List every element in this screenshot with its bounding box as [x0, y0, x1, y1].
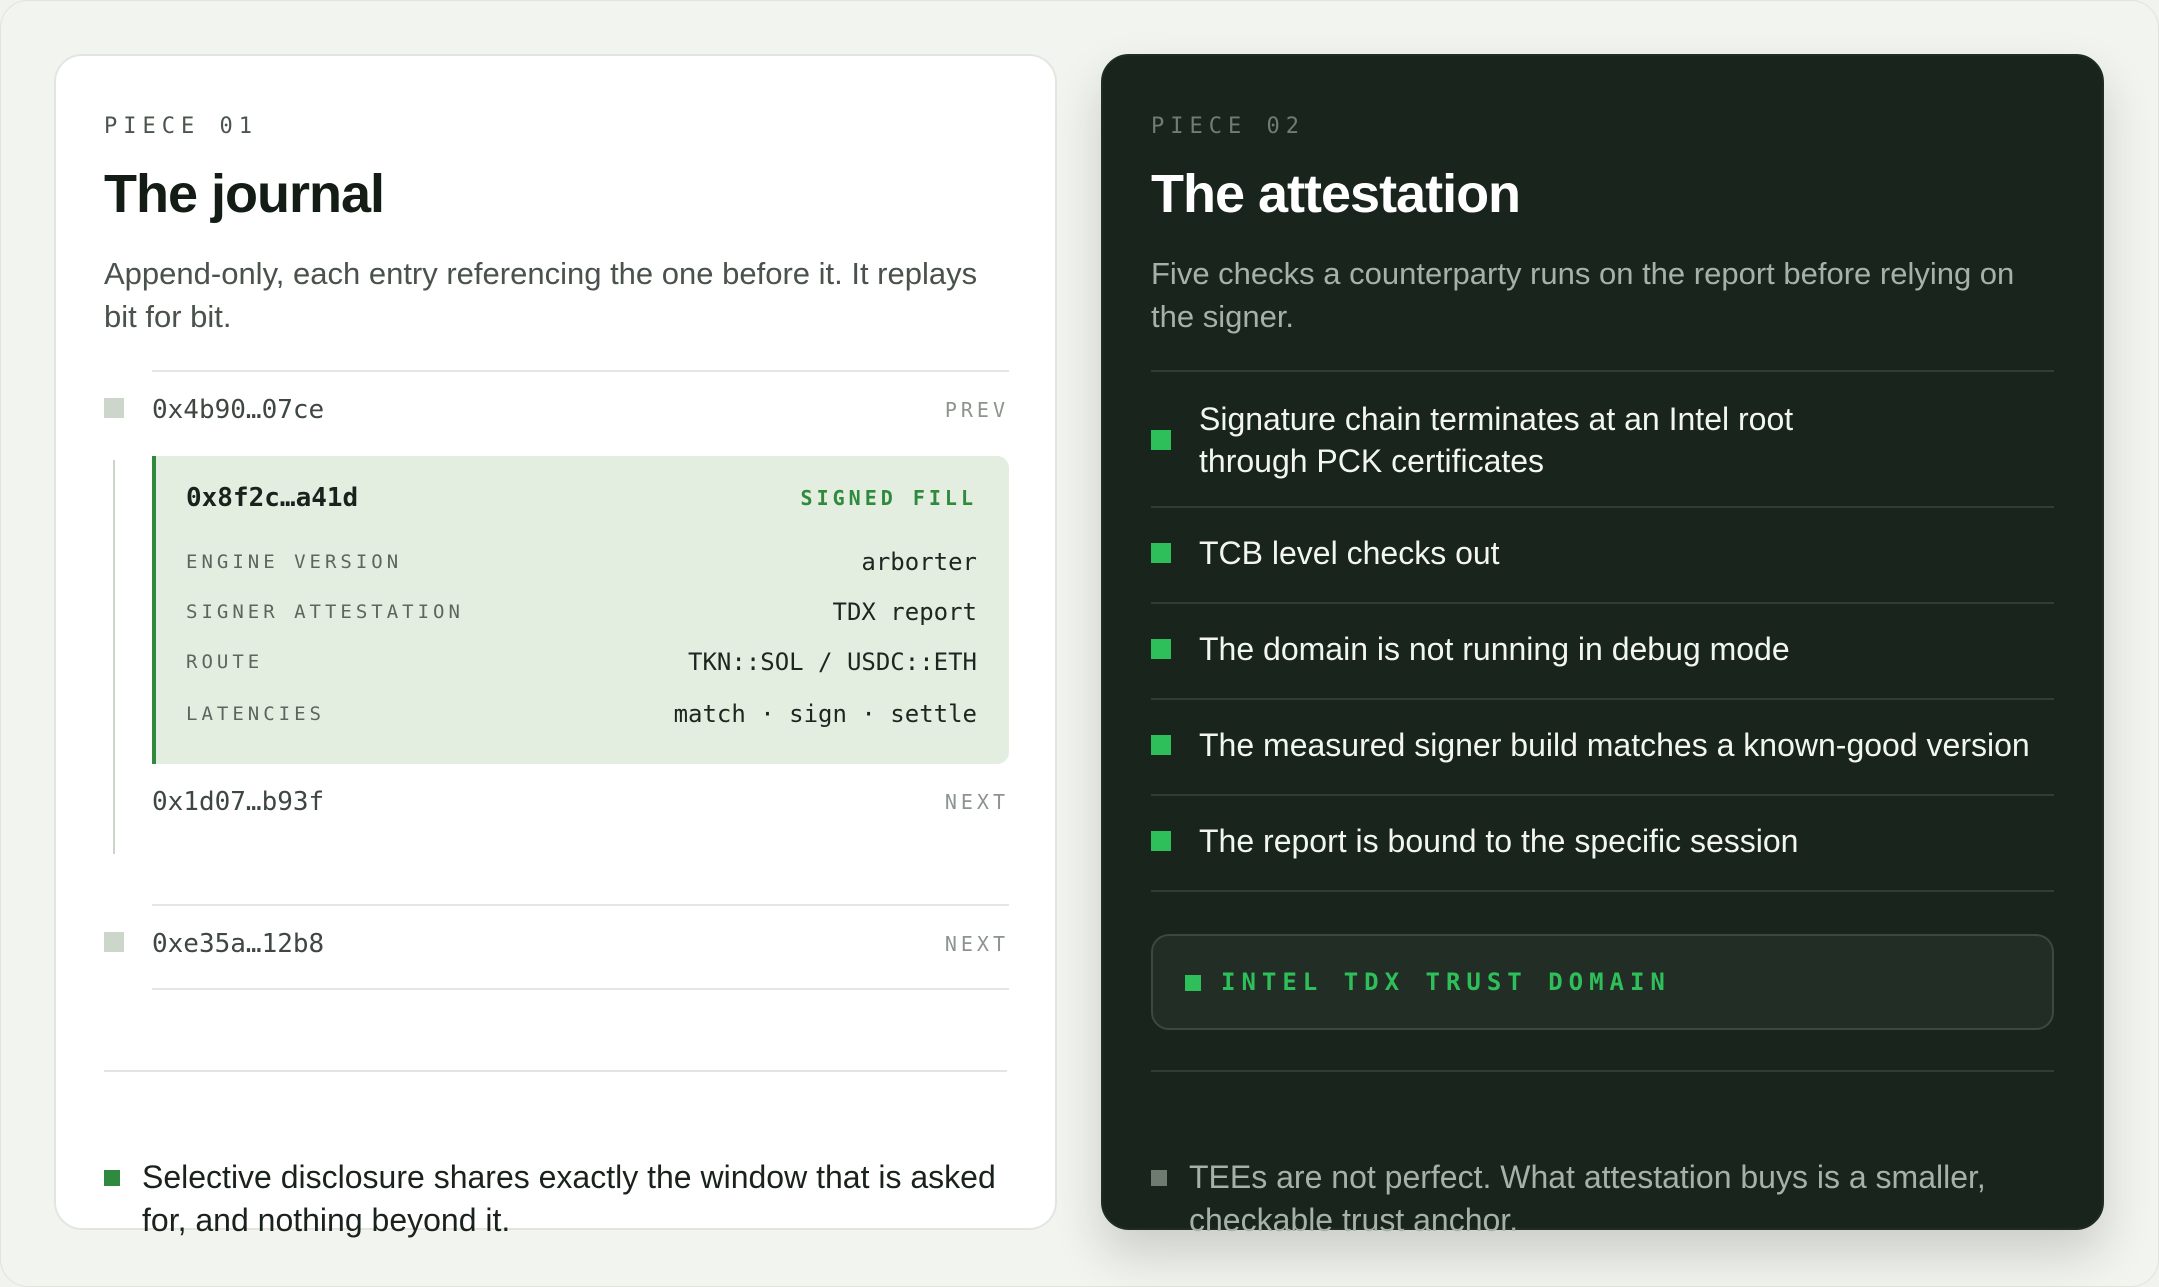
trust-domain-badge: INTEL TDX TRUST DOMAIN [1151, 934, 2054, 1030]
check-icon [1151, 543, 1171, 563]
divider [1151, 698, 2054, 700]
journal-entry-prev[interactable]: 0x4b90…07ce PREV [104, 390, 1009, 430]
check-icon [1151, 735, 1171, 755]
check-item: TCB level checks out [1151, 532, 2054, 574]
journal-entry-next[interactable]: 0xe35a…12b8 NEXT [104, 924, 1009, 964]
check-text: The report is bound to the specific sess… [1199, 823, 1799, 859]
fill-row-latencies: LATENCIES match · sign · settle [186, 694, 977, 734]
check-icon [1151, 831, 1171, 851]
bullet-icon [104, 1170, 120, 1186]
piece-label: PIECE 01 [104, 114, 258, 139]
journal-entry-next[interactable]: 0x1d07…b93f NEXT [104, 782, 1009, 822]
journal-card: PIECE 01 The journal Append-only, each e… [54, 54, 1057, 1238]
check-item: The report is bound to the specific sess… [1151, 820, 2054, 862]
entry-marker-icon [104, 932, 124, 952]
check-text: TCB level checks out [1199, 535, 1500, 571]
footer-divider [104, 1070, 1007, 1072]
divider [1151, 506, 2054, 508]
fill-row-key: ROUTE [186, 651, 264, 673]
attestation-card: PIECE 02 The attestation Five checks a c… [1101, 54, 2104, 1238]
footnote-text: TEEs are not perfect. What attestation b… [1189, 1159, 1986, 1238]
footnote-text: Selective disclosure shares exactly the … [142, 1159, 996, 1238]
divider [1151, 794, 2054, 796]
check-item: Signature chain terminates at an Intel r… [1151, 398, 2054, 482]
fill-row-key: ENGINE VERSION [186, 551, 403, 573]
card-title: The journal [104, 164, 385, 224]
divider [152, 370, 1009, 372]
badge-icon [1185, 975, 1201, 991]
fill-row-key: LATENCIES [186, 703, 325, 725]
footer-divider [1151, 1070, 2054, 1072]
divider [1151, 890, 2054, 892]
fill-row-value: TDX report [832, 598, 978, 626]
entry-hash: 0xe35a…12b8 [152, 929, 325, 959]
signed-fill-entry[interactable]: 0x8f2c…a41d SIGNED FILL ENGINE VERSION a… [152, 456, 1009, 764]
check-item: The domain is not running in debug mode [1151, 628, 2054, 670]
check-icon [1151, 639, 1171, 659]
entry-tag: NEXT [944, 932, 1009, 956]
entry-tag: PREV [944, 398, 1009, 422]
divider [152, 904, 1009, 906]
signed-fill-badge: SIGNED FILL [800, 486, 977, 510]
divider [1151, 602, 2054, 604]
fill-row-route: ROUTE TKN::SOL / USDC::ETH [186, 642, 977, 682]
card-description: Append-only, each entry referencing the … [104, 256, 978, 334]
entry-tag: NEXT [944, 790, 1009, 814]
fill-row-key: SIGNER ATTESTATION [186, 601, 464, 623]
entry-hash: 0x4b90…07ce [152, 395, 325, 425]
badge-label: INTEL TDX TRUST DOMAIN [1221, 968, 1671, 996]
fill-row-value: match · sign · settle [673, 700, 977, 728]
divider [1151, 370, 2054, 372]
fill-hash: 0x8f2c…a41d [186, 483, 359, 513]
card-description: Five checks a counterparty runs on the r… [1151, 256, 2015, 334]
fill-row-signer-attestation: SIGNER ATTESTATION TDX report [186, 592, 977, 632]
divider [152, 988, 1009, 990]
fill-row-engine-version: ENGINE VERSION arborter [186, 542, 977, 582]
entry-marker-icon [104, 398, 124, 418]
check-text: The domain is not running in debug mode [1199, 631, 1790, 667]
piece-label: PIECE 02 [1151, 114, 1305, 139]
fill-header: 0x8f2c…a41d SIGNED FILL [186, 478, 977, 518]
entry-hash: 0x1d07…b93f [152, 787, 325, 817]
check-text: Signature chain terminates at an Intel r… [1199, 401, 1794, 479]
fill-row-value: TKN::SOL / USDC::ETH [688, 648, 977, 676]
check-text: The measured signer build matches a know… [1199, 727, 2030, 763]
bullet-icon [1151, 1170, 1167, 1186]
card-title: The attestation [1151, 164, 1521, 224]
check-icon [1151, 430, 1171, 450]
fill-row-value: arborter [861, 548, 977, 576]
check-item: The measured signer build matches a know… [1151, 724, 2054, 766]
